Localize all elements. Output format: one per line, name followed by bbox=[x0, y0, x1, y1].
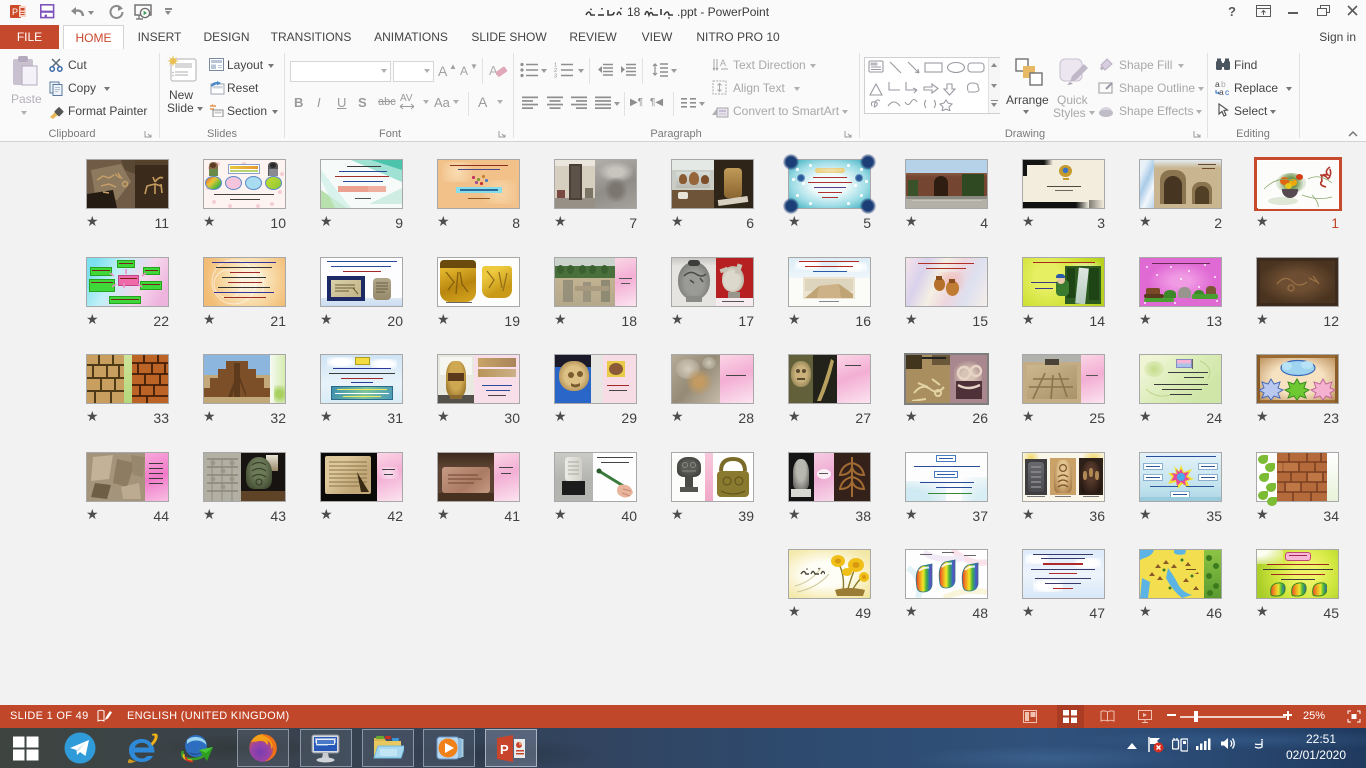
svg-text:A: A bbox=[720, 58, 726, 68]
svg-text:P: P bbox=[12, 7, 18, 17]
svg-text:A: A bbox=[489, 63, 498, 78]
svg-text:3: 3 bbox=[554, 74, 557, 79]
svg-text:a: a bbox=[1219, 87, 1224, 96]
svg-text:c: c bbox=[1225, 87, 1230, 96]
svg-text:P: P bbox=[500, 742, 509, 757]
